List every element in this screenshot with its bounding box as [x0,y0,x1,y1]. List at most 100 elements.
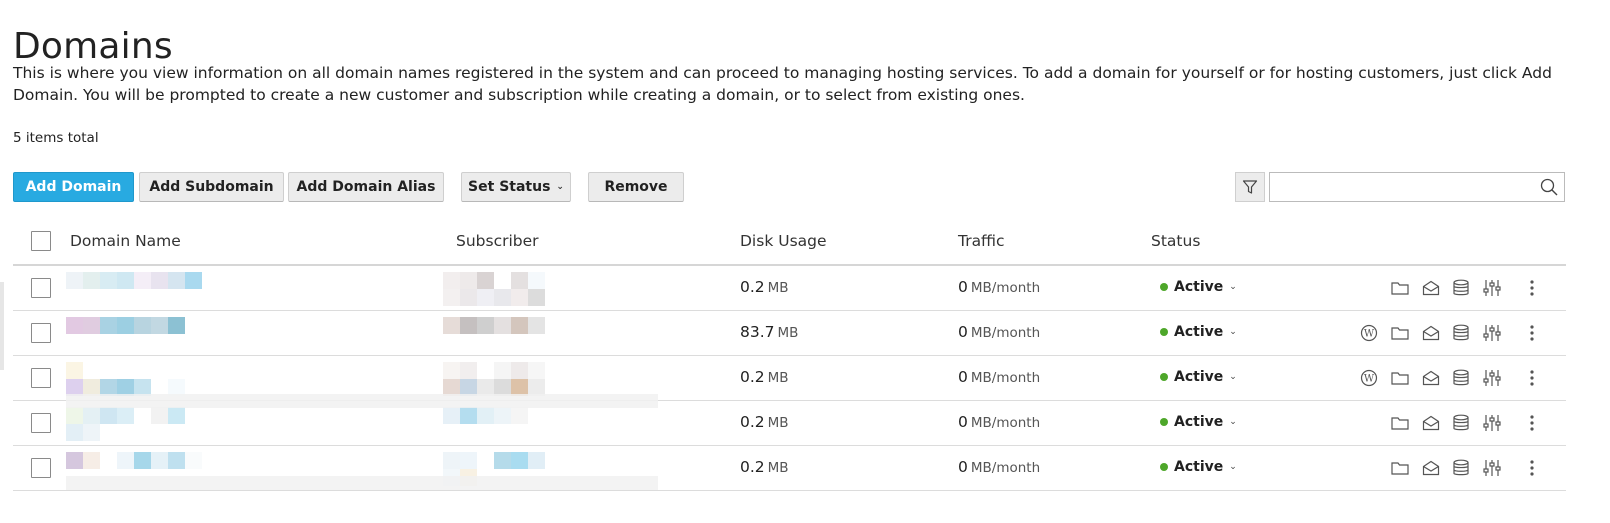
row-checkbox[interactable] [31,368,51,388]
chevron-down-icon: ⌄ [1229,282,1237,292]
mail-icon[interactable] [1421,413,1441,433]
more-vertical-icon[interactable] [1522,458,1542,478]
add-subdomain-button[interactable]: Add Subdomain [139,172,284,202]
add-domain-label: Add Domain [25,179,122,195]
domain-name-redacted[interactable] [66,407,202,441]
database-icon[interactable] [1451,413,1471,433]
settings-sliders-icon[interactable] [1482,368,1502,388]
more-vertical-icon[interactable] [1522,323,1542,343]
traffic-number: 0 [958,278,968,296]
traffic-value: 0 MB/month [958,323,1040,341]
search-icon[interactable] [1540,178,1558,196]
row-checkbox[interactable] [31,278,51,298]
column-subscriber[interactable]: Subscriber [456,232,539,250]
chevron-down-icon: ⌄ [1229,372,1237,382]
database-icon[interactable] [1451,323,1471,343]
folder-icon[interactable] [1390,458,1410,478]
chevron-down-icon: ⌄ [556,182,564,192]
subscriber-redacted[interactable] [443,272,545,306]
set-status-label: Set Status [468,179,551,195]
disk-usage-number: 0.2 [740,458,765,476]
chevron-down-icon: ⌄ [1229,417,1237,427]
column-domain-name[interactable]: Domain Name [70,232,181,250]
traffic-number: 0 [958,413,968,431]
more-vertical-icon[interactable] [1522,368,1542,388]
settings-sliders-icon[interactable] [1482,278,1502,298]
column-disk-usage[interactable]: Disk Usage [740,232,827,250]
disk-usage-number: 0.2 [740,278,765,296]
status-dropdown[interactable]: Active ⌄ [1160,414,1237,430]
status-dropdown[interactable]: Active ⌄ [1160,369,1237,385]
disk-usage-value: 0.2 MB [740,368,789,386]
disk-usage-unit: MB [767,370,789,386]
folder-icon[interactable] [1390,278,1410,298]
status-label: Active [1174,414,1224,430]
search-input[interactable] [1274,174,1538,202]
table-row[interactable]: 83.7 MB 0 MB/month Active ⌄ W [13,311,1566,356]
add-domain-alias-button[interactable]: Add Domain Alias [288,172,444,202]
svg-text:W: W [1364,374,1375,385]
page-title: Domains [13,26,173,68]
subscriber-redacted[interactable] [443,362,545,396]
row-checkbox[interactable] [31,458,51,478]
traffic-unit: MB/month [970,325,1041,341]
more-vertical-icon[interactable] [1522,278,1542,298]
search-box[interactable] [1269,172,1565,202]
remove-label: Remove [604,179,668,195]
table-row[interactable]: 0.2 MB 0 MB/month Active ⌄ [13,266,1566,311]
row-checkbox[interactable] [31,413,51,433]
disk-usage-value: 0.2 MB [740,278,789,296]
more-vertical-icon[interactable] [1522,413,1542,433]
row-checkbox[interactable] [31,323,51,343]
column-traffic[interactable]: Traffic [958,232,1005,250]
traffic-number: 0 [958,368,968,386]
svg-text:W: W [1364,329,1375,340]
traffic-value: 0 MB/month [958,458,1040,476]
traffic-value: 0 MB/month [958,368,1040,386]
traffic-number: 0 [958,458,968,476]
mail-icon[interactable] [1421,368,1441,388]
disk-usage-unit: MB [767,415,789,431]
subscriber-redacted[interactable] [443,407,545,441]
settings-sliders-icon[interactable] [1482,413,1502,433]
remove-button[interactable]: Remove [588,172,684,202]
wordpress-icon[interactable]: W [1359,368,1379,388]
status-dropdown[interactable]: Active ⌄ [1160,324,1237,340]
column-status[interactable]: Status [1151,232,1200,250]
traffic-unit: MB/month [970,280,1041,296]
status-dropdown[interactable]: Active ⌄ [1160,459,1237,475]
add-domain-button[interactable]: Add Domain [13,172,134,202]
add-subdomain-label: Add Subdomain [149,179,274,195]
subscriber-redacted[interactable] [443,317,545,351]
chevron-down-icon: ⌄ [1229,462,1237,472]
select-all-checkbox[interactable] [31,231,51,251]
disk-usage-unit: MB [767,280,789,296]
traffic-value: 0 MB/month [958,413,1040,431]
database-icon[interactable] [1451,278,1471,298]
status-dot-icon [1160,373,1168,381]
domain-name-redacted[interactable] [66,272,202,306]
disk-usage-number: 0.2 [740,368,765,386]
mail-icon[interactable] [1421,323,1441,343]
traffic-unit: MB/month [970,415,1041,431]
status-dropdown[interactable]: Active ⌄ [1160,279,1237,295]
filter-button[interactable] [1235,172,1265,202]
filter-icon [1242,180,1258,194]
folder-icon[interactable] [1390,413,1410,433]
mail-icon[interactable] [1421,458,1441,478]
set-status-dropdown[interactable]: Set Status ⌄ [461,172,571,202]
settings-sliders-icon[interactable] [1482,458,1502,478]
domain-name-redacted[interactable] [66,362,202,396]
domain-name-redacted[interactable] [66,317,202,351]
wordpress-icon[interactable]: W [1359,323,1379,343]
disk-usage-unit: MB [767,460,789,476]
database-icon[interactable] [1451,368,1471,388]
mail-icon[interactable] [1421,278,1441,298]
status-dot-icon [1160,328,1168,336]
status-dot-icon [1160,418,1168,426]
settings-sliders-icon[interactable] [1482,323,1502,343]
folder-icon[interactable] [1390,368,1410,388]
folder-icon[interactable] [1390,323,1410,343]
page-description: This is where you view information on al… [13,64,1552,104]
database-icon[interactable] [1451,458,1471,478]
